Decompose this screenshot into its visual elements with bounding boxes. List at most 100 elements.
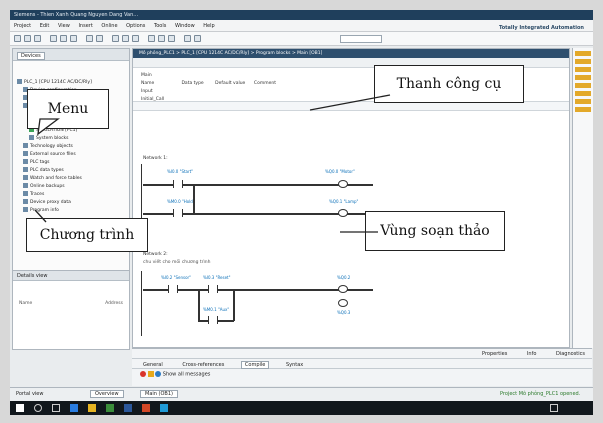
- inspector-window: Properties Info Diagnostics General Cros…: [132, 348, 592, 386]
- tab-syntax[interactable]: Syntax: [283, 362, 306, 368]
- proxy-icon: [23, 199, 28, 204]
- main-ob1-tab[interactable]: Main (OB1): [140, 390, 178, 398]
- project-tree-list: PLC_1 [CPU 1214C AC/DC/Rly] Device confi…: [13, 61, 129, 215]
- task-card-item[interactable]: [575, 107, 591, 112]
- go-online-icon[interactable]: [158, 35, 165, 42]
- system-tray-icon[interactable]: [550, 404, 558, 412]
- tia-portal-window: Siemens - Thien Xanh Quang Nguyen Dang V…: [10, 10, 593, 415]
- task-card-item[interactable]: [575, 75, 591, 80]
- search-icon[interactable]: [34, 404, 42, 412]
- tia-portal-icon[interactable]: [160, 404, 168, 412]
- network-2-comment[interactable]: chu viết cho mồi chương trình: [143, 260, 210, 265]
- tab-diagnostics[interactable]: Diagnostics: [553, 351, 588, 357]
- coil-lamp[interactable]: [338, 209, 348, 217]
- task-card-item[interactable]: [575, 51, 591, 56]
- stop-cpu-icon[interactable]: [194, 35, 201, 42]
- tree-item[interactable]: System blocks: [17, 135, 125, 143]
- paste-icon[interactable]: [70, 35, 77, 42]
- powerpoint-icon[interactable]: [142, 404, 150, 412]
- portal-view-link[interactable]: Portal view: [16, 391, 43, 397]
- network-2-power-rail: [141, 271, 142, 336]
- contact-reset[interactable]: [208, 285, 218, 293]
- tree-item[interactable]: PLC_1 [CPU 1214C AC/DC/Rly]: [17, 79, 125, 87]
- contact-aux[interactable]: [208, 316, 218, 324]
- word-icon[interactable]: [124, 404, 132, 412]
- error-filter-icon[interactable]: [140, 371, 146, 377]
- task-card-item[interactable]: [575, 91, 591, 96]
- tree-item[interactable]: Technology objects: [17, 143, 125, 151]
- task-card-item[interactable]: [575, 99, 591, 104]
- go-offline-icon[interactable]: [168, 35, 175, 42]
- menu-edit[interactable]: Edit: [40, 23, 50, 29]
- download-icon[interactable]: [122, 35, 129, 42]
- inspector-tabs: General Cross-references Compile Syntax: [132, 359, 592, 369]
- warning-filter-icon[interactable]: [147, 371, 154, 377]
- coil-q03[interactable]: [338, 299, 348, 307]
- menu-insert[interactable]: Insert: [78, 23, 92, 29]
- search-project-input[interactable]: [340, 35, 382, 43]
- title-bar: Siemens - Thien Xanh Quang Nguyen Dang V…: [10, 10, 593, 20]
- overview-tab[interactable]: Overview: [90, 390, 124, 398]
- menu-project[interactable]: Project: [14, 23, 31, 29]
- save-project-icon[interactable]: [34, 35, 41, 42]
- contact-hold[interactable]: [173, 209, 183, 217]
- menu-help[interactable]: Help: [203, 23, 214, 29]
- contact-start[interactable]: [173, 180, 183, 188]
- menu-view[interactable]: View: [58, 23, 70, 29]
- details-col-address: Address: [105, 301, 123, 306]
- tab-compile[interactable]: Compile: [240, 361, 270, 369]
- tab-devices[interactable]: Devices: [17, 52, 45, 60]
- task-card-item[interactable]: [575, 67, 591, 72]
- tree-item[interactable]: External source files: [17, 151, 125, 159]
- tree-item[interactable]: PLC tags: [17, 159, 125, 167]
- contact-sensor[interactable]: [168, 285, 178, 293]
- status-message: Project Mô phỏng_PLC1 opened.: [500, 391, 581, 397]
- undo-icon[interactable]: [86, 35, 93, 42]
- tab-general[interactable]: General: [140, 362, 166, 368]
- task-card-item[interactable]: [575, 59, 591, 64]
- tab-properties[interactable]: Properties: [479, 351, 510, 357]
- menu-options[interactable]: Options: [126, 23, 145, 29]
- tab-cross-references[interactable]: Cross-references: [179, 362, 227, 368]
- windows-taskbar: [10, 401, 593, 415]
- network-2-title[interactable]: Network 2:: [143, 252, 168, 257]
- tree-item[interactable]: Device proxy data: [17, 199, 125, 207]
- program-info-icon: [23, 207, 28, 212]
- task-card-item[interactable]: [575, 83, 591, 88]
- tree-item[interactable]: Traces: [17, 191, 125, 199]
- coil-motor[interactable]: [338, 180, 348, 188]
- task-view-icon[interactable]: [52, 404, 60, 412]
- windows-start-icon[interactable]: [16, 404, 24, 412]
- tab-info[interactable]: Info: [524, 351, 539, 357]
- upload-icon[interactable]: [132, 35, 139, 42]
- network-1-title[interactable]: Network 1:: [143, 156, 168, 161]
- menu-online[interactable]: Online: [101, 23, 117, 29]
- redo-icon[interactable]: [96, 35, 103, 42]
- copy-icon[interactable]: [60, 35, 67, 42]
- tree-item[interactable]: Online backups: [17, 183, 125, 191]
- new-project-icon[interactable]: [14, 35, 21, 42]
- message-filter-select[interactable]: Show all messages: [163, 372, 211, 378]
- tree-item[interactable]: Watch and force tables: [17, 175, 125, 183]
- task-cards-panel: [572, 48, 593, 348]
- file-explorer-icon[interactable]: [88, 404, 96, 412]
- cut-icon[interactable]: [50, 35, 57, 42]
- menu-tools[interactable]: Tools: [154, 23, 166, 29]
- message-filter[interactable]: Show all messages: [132, 369, 592, 380]
- accessible-devices-icon[interactable]: [184, 35, 191, 42]
- details-view-title[interactable]: Details view: [13, 271, 129, 281]
- open-project-icon[interactable]: [24, 35, 31, 42]
- tree-item[interactable]: PLC data types: [17, 167, 125, 175]
- info-filter-icon[interactable]: [155, 371, 162, 377]
- browser-icon[interactable]: [70, 404, 78, 412]
- tag-start: %I0.0 "Start": [167, 169, 194, 174]
- callout-program: Chương trình: [26, 218, 148, 252]
- tag-motor: %Q0.0 "Motor": [325, 169, 355, 174]
- tag-lamp: %Q0.1 "Lamp": [329, 199, 359, 204]
- menu-window[interactable]: Window: [175, 23, 195, 29]
- coil-q02[interactable]: [338, 285, 348, 293]
- compile-icon[interactable]: [112, 35, 119, 42]
- tree-item[interactable]: Program info: [17, 207, 125, 215]
- start-simulation-icon[interactable]: [148, 35, 155, 42]
- app-icon[interactable]: [106, 404, 114, 412]
